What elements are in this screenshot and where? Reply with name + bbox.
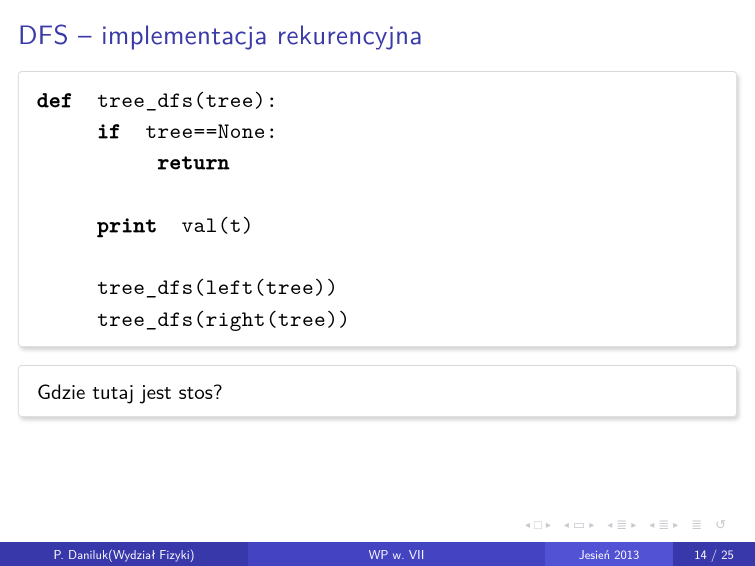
footer-author: P. Daniluk(Wydział Fizyki) xyxy=(0,542,248,566)
code-l7: tree_dfs(left(tree)) xyxy=(37,272,338,301)
code-blank1 xyxy=(37,179,49,208)
slide-title: DFS – implementacja rekurencyjna xyxy=(18,14,737,53)
question-block: Gdzie tutaj jest stos? xyxy=(18,365,737,417)
nav-last-icon[interactable]: ◂ ≣ ▸ xyxy=(649,515,681,534)
code-l5b: val(t) xyxy=(158,210,254,239)
slide: DFS – implementacja rekurencyjna def tre… xyxy=(0,0,755,566)
kw-if: if xyxy=(37,116,121,145)
question-text: Gdzie tutaj jest stos? xyxy=(37,376,223,406)
nav-prev-icon[interactable]: ◂ ▭ ▸ xyxy=(564,515,597,534)
footer: P. Daniluk(Wydział Fizyki) WP w. VII Jes… xyxy=(0,542,755,566)
footer-center: WP w. VII xyxy=(248,542,545,566)
nav-next-icon[interactable]: ◂ ≣ ▸ xyxy=(607,515,639,534)
footer-page: 14 / 25 xyxy=(673,542,755,566)
code-l8: tree_dfs(right(tree)) xyxy=(37,304,350,333)
code-l1b: tree_dfs(tree): xyxy=(73,85,278,114)
kw-def: def xyxy=(37,85,73,114)
nav-refresh-icon[interactable]: ↺ xyxy=(715,515,729,534)
code-listing: def tree_dfs(tree): if tree==None: retur… xyxy=(37,84,718,334)
nav-first-icon[interactable]: ◂ □ ▸ xyxy=(525,515,554,534)
code-block: def tree_dfs(tree): if tree==None: retur… xyxy=(18,71,737,347)
kw-print: print xyxy=(37,210,158,239)
nav-mode-icon[interactable]: ≣ xyxy=(691,515,705,534)
beamer-nav: ◂ □ ▸ ◂ ▭ ▸ ◂ ≣ ▸ ◂ ≣ ▸ ≣ ↺ xyxy=(525,515,729,534)
kw-return: return xyxy=(37,147,230,176)
footer-term: Jesień 2013 xyxy=(545,542,673,566)
code-blank2 xyxy=(37,241,49,270)
code-l2b: tree==None: xyxy=(121,116,278,145)
